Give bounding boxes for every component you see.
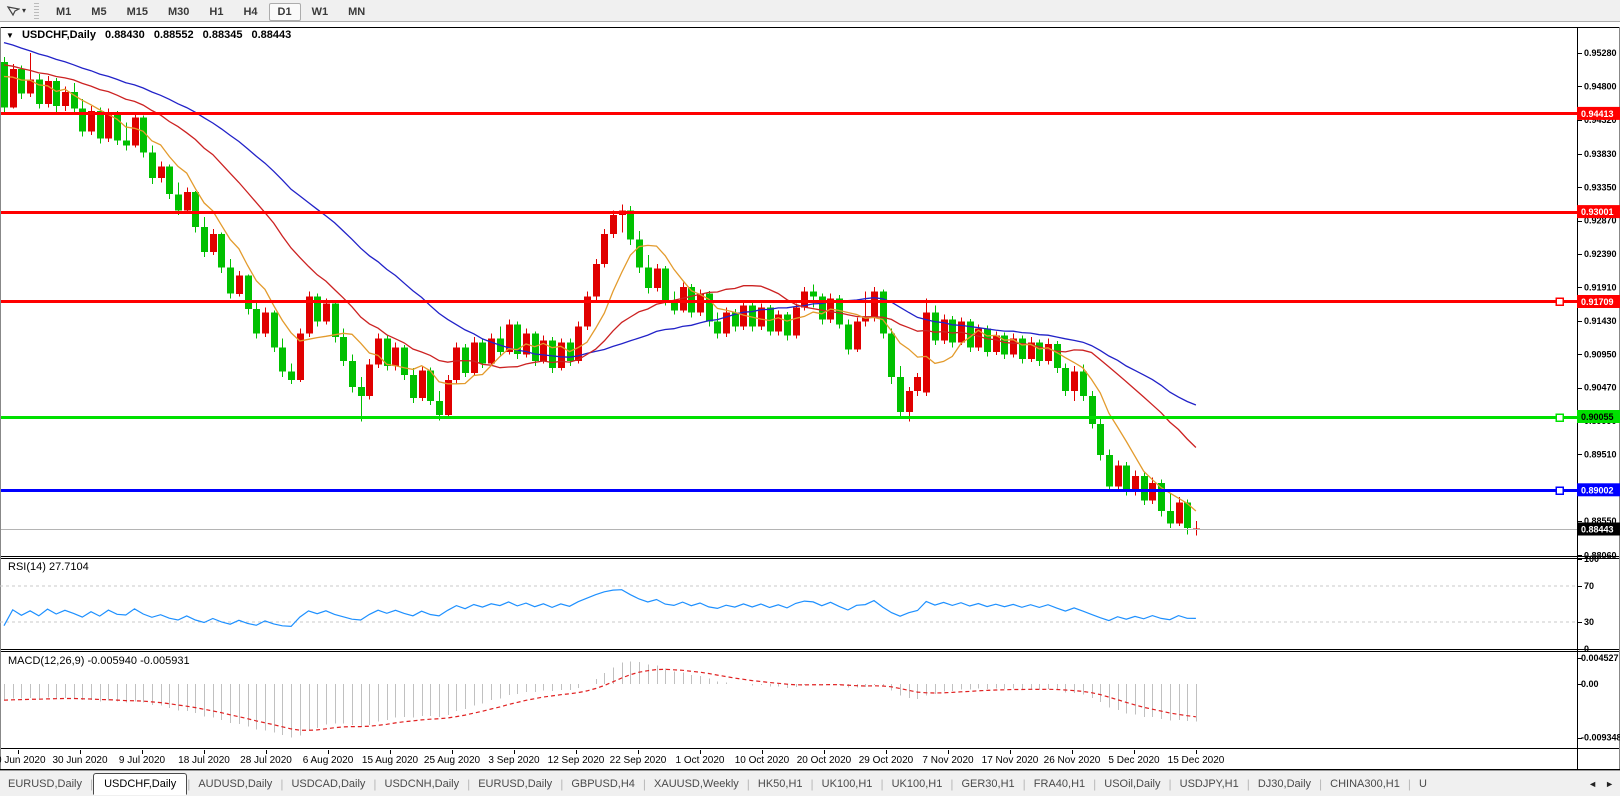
svg-text:10 Oct 2020: 10 Oct 2020 [735, 755, 790, 766]
timeframe-button-m1[interactable]: M1 [47, 3, 80, 21]
tab-symbol-china300-h1[interactable]: CHINA300,H1 [1322, 774, 1408, 794]
title-open: 0.88430 [105, 29, 145, 41]
svg-text:0.94413: 0.94413 [1581, 109, 1614, 119]
crosshair-tool-icon[interactable] [4, 3, 22, 19]
svg-text:0.00: 0.00 [1581, 679, 1599, 689]
svg-text:26 Nov 2020: 26 Nov 2020 [1044, 755, 1101, 766]
symbol-tab-bar: EURUSD,Daily|USDCHF,Daily|AUDUSD,Daily|U… [0, 770, 1620, 796]
timeframe-button-d1[interactable]: D1 [269, 3, 301, 21]
svg-text:22 Sep 2020: 22 Sep 2020 [610, 755, 667, 766]
svg-text:9 Jul 2020: 9 Jul 2020 [119, 755, 166, 766]
svg-text:0.89510: 0.89510 [1584, 449, 1617, 459]
svg-text:0.91430: 0.91430 [1584, 316, 1617, 326]
tab-symbol-uk100-h1[interactable]: UK100,H1 [814, 774, 881, 794]
svg-text:0.93001: 0.93001 [1581, 207, 1614, 217]
svg-text:28 Jul 2020: 28 Jul 2020 [240, 755, 292, 766]
tab-symbol-dj30-daily[interactable]: DJ30,Daily [1250, 774, 1319, 794]
toolbar-grip [34, 3, 39, 19]
svg-text:29 Oct 2020: 29 Oct 2020 [859, 755, 914, 766]
rsi-label: RSI(14) 27.7104 [8, 561, 89, 573]
svg-text:0.92390: 0.92390 [1584, 249, 1617, 259]
tab-symbol-hk50-h1[interactable]: HK50,H1 [750, 774, 811, 794]
timeframe-button-m30[interactable]: M30 [159, 3, 198, 21]
svg-text:30 Jun 2020: 30 Jun 2020 [52, 755, 107, 766]
timeframe-button-mn[interactable]: MN [339, 3, 374, 21]
svg-text:0.91910: 0.91910 [1584, 283, 1617, 293]
svg-text:0.90950: 0.90950 [1584, 349, 1617, 359]
tab-symbol-u[interactable]: U [1411, 774, 1435, 794]
timeframe-button-h4[interactable]: H4 [234, 3, 266, 21]
svg-text:15 Dec 2020: 15 Dec 2020 [1168, 755, 1225, 766]
svg-text:25 Aug 2020: 25 Aug 2020 [424, 755, 481, 766]
timeframe-button-m5[interactable]: M5 [82, 3, 115, 21]
tab-symbol-uk100-h1[interactable]: UK100,H1 [884, 774, 951, 794]
svg-text:0.88443: 0.88443 [1581, 525, 1614, 535]
title-symbol: USDCHF,Daily [22, 29, 96, 41]
tab-symbol-xauusd-weekly[interactable]: XAUUSD,Weekly [646, 774, 747, 794]
svg-text:20 Oct 2020: 20 Oct 2020 [797, 755, 852, 766]
svg-text:0.93350: 0.93350 [1584, 182, 1617, 192]
timeframe-button-w1[interactable]: W1 [303, 3, 338, 21]
svg-text:70: 70 [1584, 581, 1594, 591]
svg-text:15 Aug 2020: 15 Aug 2020 [362, 755, 419, 766]
timeframe-button-h1[interactable]: H1 [200, 3, 232, 21]
svg-text:0.90055: 0.90055 [1581, 412, 1614, 422]
title-high: 0.88552 [154, 29, 194, 41]
timeframe-button-group: M1M5M15M30H1H4D1W1MN [47, 2, 376, 20]
svg-text:17 Nov 2020: 17 Nov 2020 [982, 755, 1039, 766]
tab-scroll-arrows: ◄ ► [1584, 771, 1618, 796]
tab-symbol-usdchf-daily[interactable]: USDCHF,Daily [93, 773, 187, 795]
title-low: 0.88345 [203, 29, 243, 41]
svg-text:0.91709: 0.91709 [1581, 297, 1614, 307]
chart-canvas[interactable]: 0.952800.948000.943200.938300.933500.928… [0, 0, 1620, 796]
svg-text:0.95280: 0.95280 [1584, 48, 1617, 58]
tab-symbol-usdcad-daily[interactable]: USDCAD,Daily [283, 774, 373, 794]
mt4-window: 0.952800.948000.943200.938300.933500.928… [0, 0, 1620, 796]
svg-text:7 Nov 2020: 7 Nov 2020 [922, 755, 974, 766]
svg-text:0.94800: 0.94800 [1584, 81, 1617, 91]
chart-title: ▼ USDCHF,Daily 0.88430 0.88552 0.88345 0… [6, 29, 297, 41]
symbol-tabs: EURUSD,Daily|USDCHF,Daily|AUDUSD,Daily|U… [0, 773, 1588, 795]
macd-label: MACD(12,26,9) -0.005940 -0.005931 [8, 655, 190, 667]
timeframe-button-m15[interactable]: M15 [118, 3, 157, 21]
svg-text:1 Oct 2020: 1 Oct 2020 [676, 755, 725, 766]
tab-symbol-usdcnh-daily[interactable]: USDCNH,Daily [377, 774, 468, 794]
dropdown-caret-icon[interactable]: ▾ [22, 6, 26, 15]
tab-symbol-usdjpy-h1[interactable]: USDJPY,H1 [1172, 774, 1247, 794]
svg-text:12 Sep 2020: 12 Sep 2020 [548, 755, 605, 766]
svg-text:5 Dec 2020: 5 Dec 2020 [1108, 755, 1160, 766]
tab-symbol-eurusd-daily[interactable]: EURUSD,Daily [470, 774, 560, 794]
tab-symbol-audusd-daily[interactable]: AUDUSD,Daily [190, 774, 280, 794]
svg-text:0.004527: 0.004527 [1581, 653, 1619, 663]
title-close: 0.88443 [252, 29, 292, 41]
svg-text:20 Jun 2020: 20 Jun 2020 [0, 755, 46, 766]
svg-text:3 Sep 2020: 3 Sep 2020 [488, 755, 540, 766]
collapse-triangle-icon[interactable]: ▼ [6, 31, 14, 40]
tab-symbol-usoil-daily[interactable]: USOil,Daily [1096, 774, 1168, 794]
svg-text:6 Aug 2020: 6 Aug 2020 [303, 755, 354, 766]
toolbar: ▾ M1M5M15M30H1H4D1W1MN [0, 0, 1620, 22]
tab-symbol-fra40-h1[interactable]: FRA40,H1 [1026, 774, 1093, 794]
svg-text:100: 100 [1584, 554, 1599, 564]
tab-scroll-left-icon[interactable]: ◄ [1588, 779, 1597, 789]
svg-text:18 Jul 2020: 18 Jul 2020 [178, 755, 230, 766]
svg-text:0.93830: 0.93830 [1584, 149, 1617, 159]
svg-text:30: 30 [1584, 617, 1594, 627]
tab-scroll-right-icon[interactable]: ► [1605, 779, 1614, 789]
tab-symbol-ger30-h1[interactable]: GER30,H1 [953, 774, 1022, 794]
tab-symbol-gbpusd-h4[interactable]: GBPUSD,H4 [563, 774, 643, 794]
tab-symbol-eurusd-daily[interactable]: EURUSD,Daily [0, 774, 90, 794]
svg-text:0.90470: 0.90470 [1584, 383, 1617, 393]
svg-text:-0.009348: -0.009348 [1581, 733, 1620, 743]
svg-text:0.89002: 0.89002 [1581, 485, 1614, 495]
